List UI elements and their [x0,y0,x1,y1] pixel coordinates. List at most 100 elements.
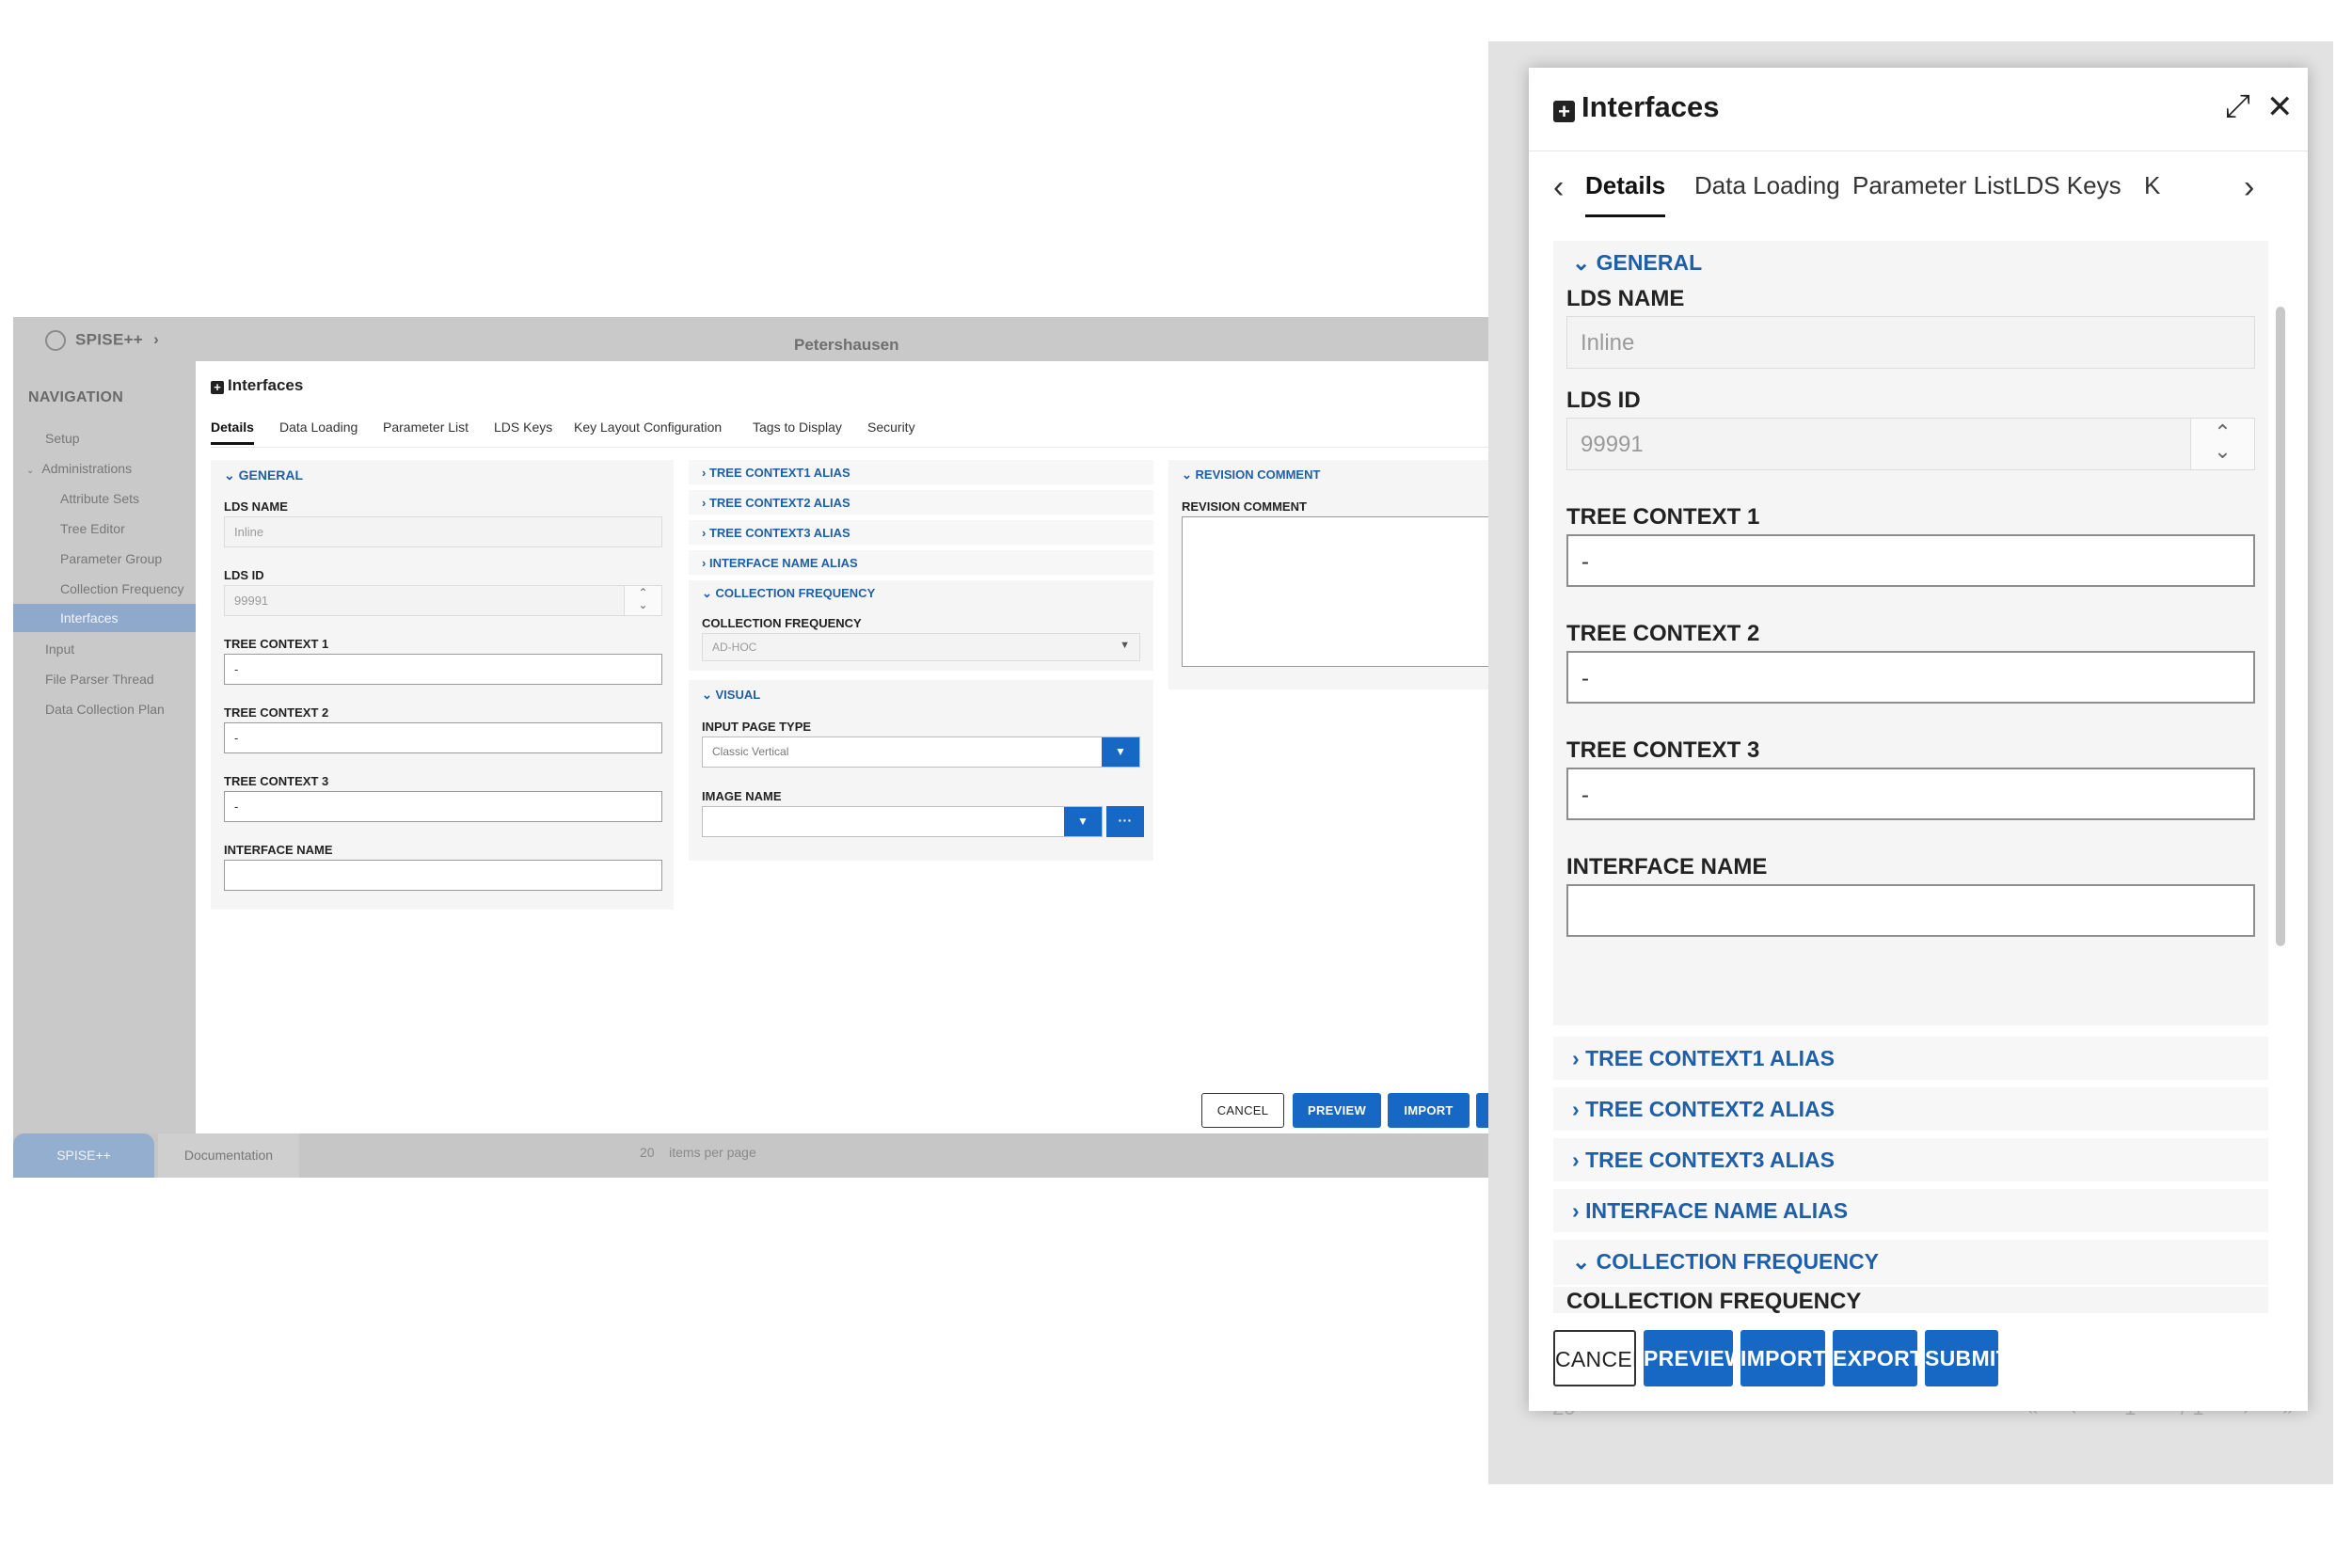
plus-square-icon: + [1553,101,1575,122]
collection-frequency-select[interactable]: AD-HOC ▼ [702,633,1140,661]
chevron-right-icon[interactable]: › [2244,169,2254,206]
nav-item-data-collection-plan[interactable]: Data Collection Plan [45,702,165,717]
tab-lds-keys[interactable]: LDS Keys [494,420,552,435]
tc3-alias-row[interactable]: › TREE CONTEXT3 ALIAS [1553,1138,2268,1183]
input-page-type-select[interactable]: Classic Vertical ▼ [702,736,1140,768]
submit-button[interactable]: SUBMIT [1925,1330,1998,1386]
bottom-tab-bar: SPISE++ Documentation [13,1133,1518,1178]
chevron-right-icon: › [702,526,709,540]
nav-item-parameter-group[interactable]: Parameter Group [60,551,162,566]
tree-context-2-field[interactable]: - [224,722,662,753]
import-button[interactable]: IMPORT [1388,1093,1470,1128]
lds-name-field[interactable]: Inline [224,516,662,547]
nav-item-setup[interactable]: Setup [45,431,80,446]
general-header[interactable]: ⌄ GENERAL [224,467,303,483]
tree-context-1-field[interactable]: - [1566,534,2255,587]
dialog-title: + Interfaces [211,376,303,395]
interface-name-field[interactable] [224,860,662,891]
nav-item-interfaces[interactable]: Interfaces [13,604,196,632]
tab-parameter-list[interactable]: Parameter List [383,420,469,435]
tree-context-3-label: TREE CONTEXT 3 [1566,737,1760,763]
tc3-alias-row[interactable]: › TREE CONTEXT3 ALIAS [689,520,1153,545]
collection-frequency-header: ⌄ COLLECTION FREQUENCY [1572,1249,1879,1275]
nav-item-file-parser-thread[interactable]: File Parser Thread [45,672,154,687]
tc3-alias-header: › TREE CONTEXT3 ALIAS [702,526,850,540]
tab-security[interactable]: Security [867,420,915,435]
lds-id-spin[interactable]: ⌃ ⌄ [624,586,661,615]
revision-section: ⌄ REVISION COMMENT REVISION COMMENT [1168,460,1518,689]
tab-key-layout-configuration[interactable]: Key Layout Configuration [574,420,722,435]
visual-header[interactable]: ⌄ VISUAL [702,688,760,703]
expand-icon[interactable]: ⤢ [2225,88,2250,125]
tab-lds-keys[interactable]: LDS Keys [2012,171,2122,200]
tab-details[interactable]: Details [1585,171,1666,217]
chevron-left-icon[interactable]: ‹ [1553,169,1564,206]
lds-name-field[interactable]: Inline [1566,316,2255,369]
cancel-button[interactable]: CANCEL [1201,1093,1284,1128]
dialog-footer: CANCEL PREVIEW IMPORT EXPORT SUBMIT [1529,1313,2308,1411]
tc1-alias-text: TREE CONTEXT1 ALIAS [1585,1046,1836,1070]
tc2-alias-row[interactable]: › TREE CONTEXT2 ALIAS [689,490,1153,515]
tree-context-1-field[interactable]: - [224,654,662,685]
tree-context-3-field[interactable]: - [224,791,662,822]
nav-item-administrations[interactable]: ⌄ Administrations [26,461,132,476]
image-name-select[interactable]: ▼ [702,806,1103,837]
preview-button[interactable]: PREVIEW [1644,1330,1733,1386]
tab-data-loading[interactable]: Data Loading [1694,171,1840,200]
caret-down-icon[interactable]: ▼ [1102,737,1139,767]
nav-item-collection-frequency[interactable]: Collection Frequency [60,581,184,596]
app-name: SPISE++ [75,330,144,349]
collection-frequency-section: COLLECTION FREQUENCY [1553,1287,2268,1313]
tree-context-3-field[interactable]: - [1566,768,2255,820]
chevron-down-icon[interactable]: ⌄ [2191,439,2254,464]
bottom-tab-spise[interactable]: SPISE++ [13,1133,154,1178]
tc2-alias-row[interactable]: › TREE CONTEXT2 ALIAS [1553,1087,2268,1132]
app-brand[interactable]: SPISE++ › [45,330,159,351]
items-per-page: 20 items per page [640,1145,756,1160]
input-page-type-label: INPUT PAGE TYPE [702,720,812,734]
lds-id-stepper[interactable]: 99991 ⌃ ⌄ [1566,418,2255,470]
cancel-button[interactable]: CANCEL [1553,1330,1636,1386]
import-button[interactable]: IMPORT [1740,1330,1825,1386]
general-header[interactable]: ⌄ GENERAL [1572,250,1702,276]
chevron-up-icon[interactable]: ⌃ [625,586,661,599]
tree-context-2-field[interactable]: - [1566,651,2255,704]
collection-frequency-header-row[interactable]: ⌄ COLLECTION FREQUENCY [1553,1240,2268,1287]
export-button[interactable]: EXPORT [1833,1330,1917,1386]
scrollbar-thumb[interactable] [2276,307,2285,946]
lds-id-value: 99991 [1581,432,1644,457]
interface-name-field[interactable] [1566,884,2255,937]
interface-name-alias-row[interactable]: › INTERFACE NAME ALIAS [689,550,1153,575]
tab-tags-to-display[interactable]: Tags to Display [753,420,842,435]
nav-item-label: Administrations [41,461,133,476]
nav-item-input[interactable]: Input [45,641,74,657]
image-browse-button[interactable]: ··· [1106,806,1144,837]
preview-button[interactable]: PREVIEW [1293,1093,1381,1128]
general-header-text: GENERAL [238,467,304,483]
app-bar: SPISE++ › Petershausen [13,317,1518,361]
nav-item-attribute-sets[interactable]: Attribute Sets [60,491,139,506]
close-icon[interactable]: ✕ [2266,88,2294,126]
tc1-alias-row[interactable]: › TREE CONTEXT1 ALIAS [1553,1037,2268,1082]
revision-comment-header[interactable]: ⌄ REVISION COMMENT [1182,467,1320,483]
caret-down-icon[interactable]: ▼ [1064,807,1102,836]
tc1-alias-header: › TREE CONTEXT1 ALIAS [1572,1046,1835,1071]
chevron-down-icon: ⌄ [702,586,716,600]
lds-id-spin[interactable]: ⌃ ⌄ [2190,419,2254,469]
tab-key-layout-partial[interactable]: K [2144,171,2160,200]
lds-id-stepper[interactable]: 99991 ⌃ ⌄ [224,585,662,616]
revision-comment-textarea[interactable] [1182,516,1518,667]
nav-item-tree-editor[interactable]: Tree Editor [60,521,125,536]
tab-parameter-list[interactable]: Parameter List [1852,171,2011,200]
tc1-alias-row[interactable]: › TREE CONTEXT1 ALIAS [689,460,1153,484]
chevron-down-icon[interactable]: ⌄ [625,598,661,611]
tc3-alias-header: › TREE CONTEXT3 ALIAS [1572,1148,1835,1173]
bottom-tab-documentation[interactable]: Documentation [158,1133,299,1178]
tab-details[interactable]: Details [211,420,254,445]
dialog-scrollbar[interactable] [2276,241,2285,1313]
collection-frequency-header[interactable]: ⌄ COLLECTION FREQUENCY [702,586,875,601]
visual-header-text: VISUAL [715,688,761,702]
tab-data-loading[interactable]: Data Loading [279,420,358,435]
per-page-value[interactable]: 20 [640,1145,655,1160]
interface-name-alias-row[interactable]: › INTERFACE NAME ALIAS [1553,1189,2268,1234]
